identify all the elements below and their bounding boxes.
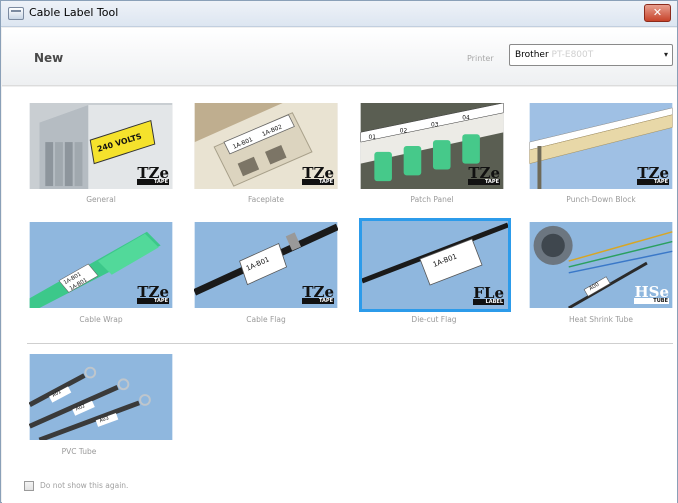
app-icon — [8, 7, 24, 20]
patch-port-03: 03 — [431, 122, 439, 128]
tile-die-cut-flag[interactable]: 1A-B01 FLe LABEL — [359, 218, 511, 312]
title-bar: Cable Label Tool ✕ — [1, 1, 677, 27]
chevron-down-icon: ▾ — [663, 50, 668, 59]
tile-label-pvc-tube: PVC Tube — [61, 447, 97, 456]
tile-pvc-tube[interactable]: A01 A02 A03 — [28, 353, 174, 441]
tile-label-heat-shrink-tube: Heat Shrink Tube — [569, 315, 633, 324]
tile-cable-flag[interactable]: 1A-B01 TZe TAPE — [193, 221, 339, 309]
tile-heat-shrink-tube[interactable]: A00 HSe TUBE — [528, 221, 674, 309]
tze-tape-badge: TZe TAPE — [468, 164, 500, 185]
section-divider — [27, 343, 673, 344]
printer-model: PT-E800T — [551, 50, 594, 60]
cable-label-tool-window: Cable Label Tool ✕ New Printer Brother P… — [0, 0, 678, 503]
tze-tape-badge: TZe TAPE — [637, 164, 669, 185]
pvc-tube-image: A01 A02 A03 — [29, 354, 173, 440]
do-not-show-label: Do not show this again. — [40, 481, 129, 490]
tile-label-cable-wrap: Cable Wrap — [79, 315, 123, 324]
template-gallery: 240 VOLTS TZe TAPE General 1A-B01 1A-B02 … — [2, 87, 677, 503]
printer-label: Printer — [467, 54, 494, 63]
tile-patch-panel[interactable]: 01 02 03 04 TZe TAPE — [359, 102, 505, 190]
page-title: New — [34, 51, 64, 65]
tile-label-general: General — [86, 195, 116, 204]
tze-tape-badge: TZe TAPE — [137, 164, 169, 185]
tile-general[interactable]: 240 VOLTS TZe TAPE — [28, 102, 174, 190]
do-not-show-checkbox[interactable] — [24, 481, 34, 491]
patch-port-01: 01 — [368, 135, 376, 141]
printer-select-value: Brother PT-E800T — [515, 50, 594, 60]
printer-select[interactable]: Brother PT-E800T ▾ — [509, 44, 673, 66]
patch-port-02: 02 — [400, 128, 408, 134]
hse-tube-badge: HSe TUBE — [634, 283, 669, 304]
tze-tape-badge: TZe TAPE — [302, 164, 334, 185]
tze-tape-badge: TZe TAPE — [137, 283, 169, 304]
tze-tape-badge: TZe TAPE — [302, 283, 334, 304]
patch-port-04: 04 — [462, 116, 470, 122]
tile-label-die-cut-flag: Die-cut Flag — [411, 315, 457, 324]
tile-cable-wrap[interactable]: 1A-B01 1A-B01 TZe TAPE — [28, 221, 174, 309]
tile-label-punch-down-block: Punch-Down Block — [566, 195, 636, 204]
window-title: Cable Label Tool — [29, 6, 119, 19]
tile-punch-down-block[interactable]: TZe TAPE — [528, 102, 674, 190]
close-icon: ✕ — [652, 6, 663, 19]
close-button[interactable]: ✕ — [644, 4, 671, 22]
fle-label-badge: FLe LABEL — [473, 284, 504, 305]
tile-label-faceplate: Faceplate — [248, 195, 284, 204]
tile-label-patch-panel: Patch Panel — [410, 195, 454, 204]
tile-faceplate[interactable]: 1A-B01 1A-B02 TZe TAPE — [193, 102, 339, 190]
header-bar: New Printer Brother PT-E800T ▾ — [2, 28, 677, 86]
tile-label-cable-flag: Cable Flag — [246, 315, 286, 324]
